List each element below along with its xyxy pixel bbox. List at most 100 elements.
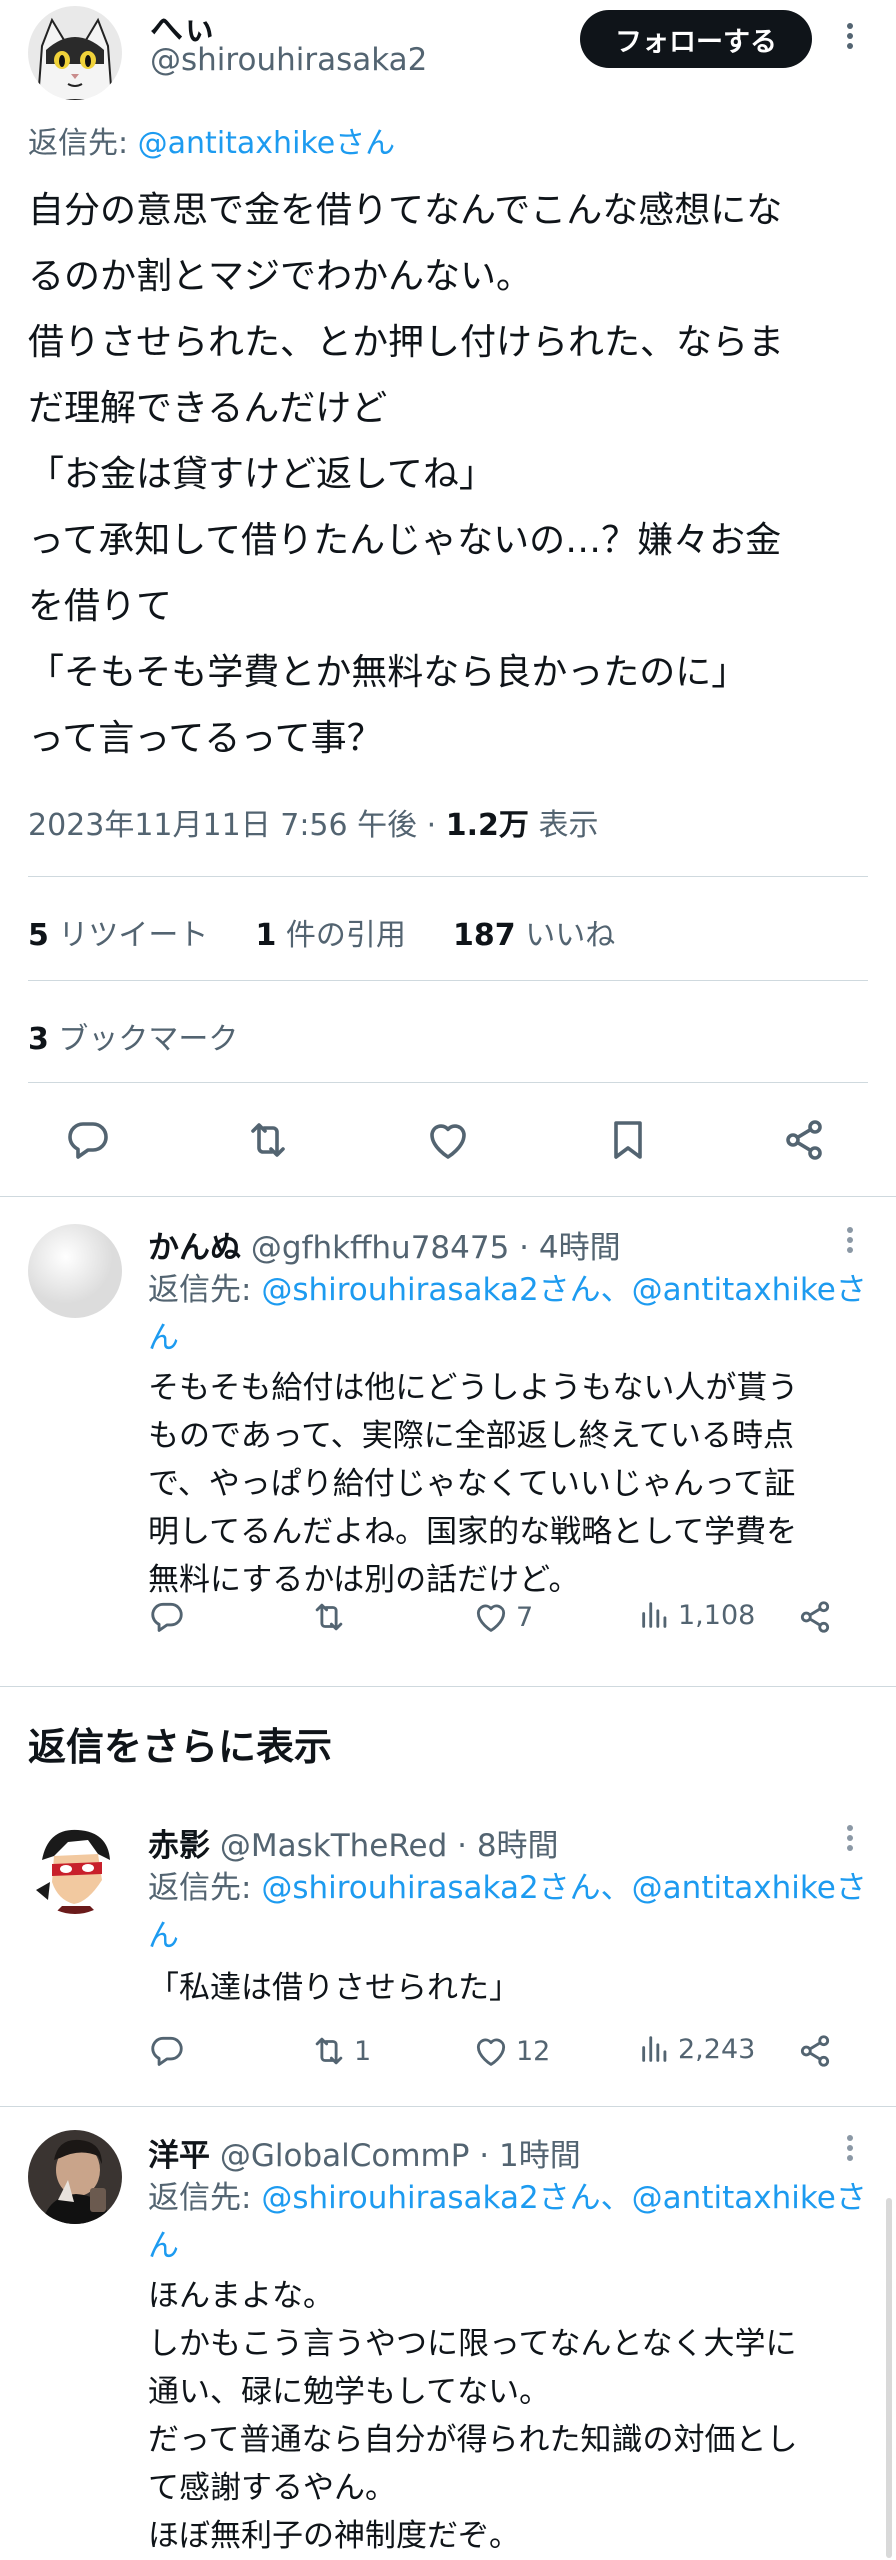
handle[interactable]: @shirouhirasaka2 [150, 42, 427, 78]
like-button[interactable]: 12 [472, 2032, 550, 2070]
like-count: 7 [516, 1601, 534, 1633]
views-button[interactable]: 2,243 [638, 2032, 755, 2066]
reply-to-prefix: 返信先: [148, 1272, 262, 1308]
reply-to-user-link[interactable]: @antitaxhikeさん [138, 126, 396, 161]
retweet-button[interactable] [310, 1598, 354, 1636]
tweet-meta: 2023年11月11日 7:56 午後 · 1.2万 表示 [28, 808, 599, 843]
more-options-icon[interactable] [838, 2130, 862, 2166]
handle[interactable]: @GlobalCommP [220, 2138, 470, 2174]
share-button[interactable] [796, 1598, 834, 1636]
share-icon [796, 1598, 834, 1636]
reply-text-line: 無料にするかは別の話だけど。 [148, 1562, 580, 1598]
reply-time[interactable]: 4時間 [539, 1230, 621, 1266]
reply-text-line: ほぼ無利子の神制度だぞ。 [148, 2518, 520, 2554]
reply-tweet[interactable]: かんぬ @gfhkffhu78475 · 4時間 返信先: @shirouhir… [0, 1196, 896, 1686]
retweet-icon[interactable] [244, 1116, 292, 1164]
reply-tweet[interactable]: 洋平 @GlobalCommP · 1時間 返信先: @shirouhirasa… [0, 2106, 896, 2560]
follow-button[interactable]: フォローする [580, 10, 812, 68]
like-count: 12 [516, 2035, 551, 2067]
bookmark-icon[interactable] [604, 1116, 652, 1164]
share-icon[interactable] [780, 1116, 828, 1164]
reply-to: 返信先: @shirouhirasaka2さん、@antitaxhikeさん [148, 1266, 868, 1362]
like-icon [472, 1598, 510, 1636]
retweets-stat[interactable]: 5 リツイート [28, 918, 208, 953]
reply-text-line: だって普通なら自分が得られた知識の対価とし [148, 2422, 798, 2458]
tweet-text: 自分の意思で金を借りてなんでこんな感想にな るのか割とマジでわかんない。 借りさ… [28, 178, 868, 772]
display-name[interactable]: 赤影 [148, 1828, 210, 1864]
display-name[interactable]: かんぬ [148, 1230, 241, 1266]
reply-tweet[interactable]: 赤影 @MaskTheRed · 8時間 返信先: @shirouhirasak… [0, 1796, 896, 2106]
avatar[interactable] [28, 6, 122, 100]
retweet-count: 1 [354, 2035, 372, 2067]
reply-text-line: て感謝するやん。 [148, 2470, 396, 2506]
share-button[interactable] [796, 2032, 834, 2070]
reply-header: 洋平 @GlobalCommP · 1時間 [148, 2138, 581, 2174]
more-options-icon[interactable] [838, 1820, 862, 1856]
tweet-text-line: 「お金は貸すけど返してね」 [28, 454, 495, 495]
quotes-stat[interactable]: 1 件の引用 [256, 918, 406, 953]
reply-text-line: ほんまよな。 [148, 2278, 334, 2314]
reply-text: ほんまよな。 しかもこう言うやつに限ってなんとなく大学に 通い、碌に勉学もしてな… [148, 2272, 868, 2560]
more-options-icon[interactable] [832, 18, 868, 54]
retweet-icon [310, 1598, 348, 1636]
tweet-text-line: 自分の意思で金を借りてなんでこんな感想にな [28, 190, 783, 231]
reply-button[interactable] [148, 2032, 186, 2070]
reply-text: そもそも給付は他にどうしようもない人が貰う ものであって、実際に全部返し終えてい… [148, 1364, 868, 1604]
likes-stat[interactable]: 187 いいね [453, 918, 615, 953]
reply-icon[interactable] [64, 1116, 112, 1164]
retweet-icon [310, 2032, 348, 2070]
reply-to: 返信先: @shirouhirasaka2さん、@antitaxhikeさん [148, 2174, 868, 2270]
reply-text: 「私達は借りさせられた」 [148, 1964, 868, 2012]
reply-to: 返信先: @antitaxhikeさん [28, 118, 395, 162]
reply-text-line: そもそも給付は他にどうしようもない人が貰う [148, 1370, 799, 1406]
reply-actions: 1 12 2,243 [0, 2032, 896, 2082]
reply-header: 赤影 @MaskTheRed · 8時間 [148, 1828, 559, 1864]
reply-icon [148, 1598, 186, 1636]
divider [28, 980, 868, 981]
views-count: 1.2万 [445, 808, 529, 843]
reply-time[interactable]: 1時間 [499, 2138, 581, 2174]
display-name[interactable]: 洋平 [148, 2138, 210, 2174]
like-icon[interactable] [424, 1116, 472, 1164]
divider [28, 1082, 868, 1083]
reply-text-line: しかもこう言うやつに限ってなんとなく大学に [148, 2326, 797, 2362]
avatar[interactable] [28, 1820, 122, 1914]
views-button[interactable]: 1,108 [638, 1598, 755, 1632]
bookmarks-stat[interactable]: 3 ブックマーク [28, 1014, 238, 1058]
timestamp[interactable]: 2023年11月11日 7:56 午後 [28, 808, 417, 843]
reply-actions: 7 1,108 [0, 1598, 896, 1648]
more-options-icon[interactable] [838, 1222, 862, 1258]
reply-icon [148, 2032, 186, 2070]
tweet-text-line: って承知して借りたんじゃないの…？嫌々お金 [28, 520, 782, 561]
tweet-text-line: 「そもそも学費とか無料なら良かったのに」 [28, 652, 748, 693]
retweet-button[interactable]: 1 [310, 2032, 371, 2070]
reply-header: かんぬ @gfhkffhu78475 · 4時間 [148, 1230, 621, 1266]
reply-to-prefix: 返信先: [28, 126, 138, 161]
reply-text-line: 通い、碌に勉学もしてない。 [148, 2374, 551, 2410]
reply-button[interactable] [148, 1598, 186, 1636]
handle[interactable]: @MaskTheRed [220, 1828, 447, 1864]
main-tweet: へぃ @shirouhirasaka2 フォローする 返信先: @antitax… [0, 0, 896, 1196]
like-button[interactable]: 7 [472, 1598, 533, 1636]
tweet-text-line: 借りさせられた、とか押し付けられた、ならま [28, 322, 785, 363]
tweet-text-line: るのか割とマジでわかんない。 [28, 256, 533, 297]
views-label: 表示 [528, 808, 599, 843]
reply-time[interactable]: 8時間 [477, 1828, 559, 1864]
handle[interactable]: @gfhkffhu78475 [251, 1230, 509, 1266]
scrollbar[interactable] [886, 2198, 892, 2558]
divider [0, 1686, 896, 1687]
like-icon [472, 2032, 510, 2070]
views-chart-icon [638, 2032, 672, 2066]
tweet-text-line: って言ってるって事？ [28, 718, 383, 759]
avatar[interactable] [28, 1224, 122, 1318]
tweet-text-line: を借りて [28, 586, 173, 627]
reply-text-line: 「私達は借りさせられた」 [148, 1970, 520, 2006]
share-icon [796, 2032, 834, 2070]
reply-to-prefix: 返信先: [148, 2180, 262, 2216]
views-count: 2,243 [678, 2033, 756, 2065]
reply-text-line: で、やっぱり給付じゃなくていいじゃんって証 [148, 1466, 796, 1502]
more-replies-heading[interactable]: 返信をさらに表示 [28, 1716, 332, 1771]
views-count: 1,108 [678, 1599, 756, 1631]
avatar[interactable] [28, 2130, 122, 2224]
engagement-stats: 5 リツイート 1 件の引用 187 いいね [28, 910, 615, 954]
